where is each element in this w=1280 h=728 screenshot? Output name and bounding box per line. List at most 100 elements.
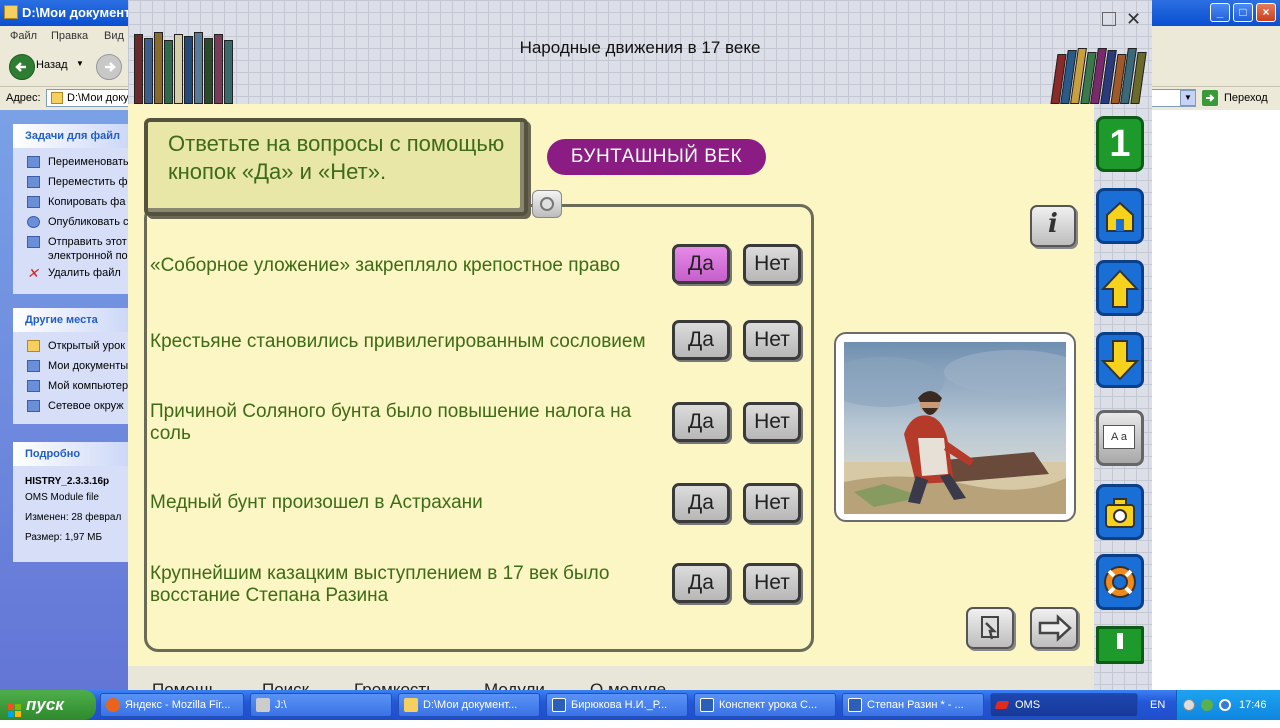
q4-yes-button[interactable]: Да [672,483,730,523]
maximize-button[interactable]: □ [1233,3,1253,22]
word-icon [700,698,714,712]
delete-icon: ✕ [27,265,39,281]
taskbar-item-my-documents[interactable]: D:\Мои документ... [398,693,540,717]
q2-yes-button[interactable]: Да [672,320,730,360]
start-button[interactable]: пуск [0,690,96,720]
back-button-label[interactable]: Назад [36,59,68,71]
details-file-type: OMS Module file [25,492,99,503]
q2-no-button[interactable]: Нет [743,320,801,360]
forward-arrow-icon[interactable] [96,54,122,80]
back-nav-button[interactable] [966,607,1014,649]
back-cursor-icon [981,616,999,640]
file-tasks-header[interactable]: Задачи для файл [13,124,143,148]
q5-no-button[interactable]: Нет [743,563,801,603]
menu-search[interactable]: Поиск [262,680,309,690]
picture-frame [834,332,1076,522]
task-move[interactable]: Переместить фа [13,172,143,192]
q1-no-button[interactable]: Нет [743,244,801,284]
camera-button[interactable] [1096,484,1144,540]
taskbar-item-word-lesson[interactable]: Конспект урока С... [694,693,836,717]
rename-icon [27,156,40,168]
tray-expand-icon[interactable] [1183,699,1195,711]
next-nav-button[interactable] [1030,607,1078,649]
file-tasks-panel: Задачи для файл Переименовать Переместит… [13,124,143,294]
up-button[interactable] [1096,260,1144,316]
details-header[interactable]: Подробно [13,442,143,466]
menu-help[interactable]: Помощь [152,680,218,690]
move-icon [27,176,40,188]
camera-icon [1105,498,1135,528]
menu-about[interactable]: О модуле [590,680,666,690]
question-text-2: Крестьяне становились привилегированным … [150,331,646,352]
network-icon [27,400,40,412]
taskbar-item-drive-j[interactable]: J:\ [250,693,392,717]
question-text-1: «Соборное уложение» закрепляло крепостно… [150,255,621,276]
dictionary-icon: A a [1103,425,1135,449]
taskbar-item-word-biryukova[interactable]: Бирюкова Н.И._Р... [546,693,688,717]
down-button[interactable] [1096,332,1144,388]
instruction-box: Ответьте на вопросы с помощью кнопок «Да… [144,118,528,216]
globe-icon [27,216,40,228]
place-network[interactable]: Сетевое окруж [13,396,143,416]
go-arrow-icon[interactable] [1202,90,1218,106]
task-send-email[interactable]: Отправить этот [13,232,143,249]
menu-volume[interactable]: Громкость [354,680,435,690]
tray-network-icon[interactable] [1219,699,1231,711]
task-delete[interactable]: ✕ Удалить файл [13,263,143,283]
minimize-button[interactable]: _ [1210,3,1230,22]
windows-logo-icon [8,698,22,717]
firefox-icon [106,698,120,712]
taskbar-item-razin-doc[interactable]: Степан Разин * - ... [842,693,984,717]
back-arrow-icon[interactable] [9,54,35,80]
menu-edit[interactable]: Правка [51,30,88,42]
lesson-restore-button[interactable] [1102,12,1116,26]
details-file-name: HISTRY_2.3.3.16p [25,476,110,487]
q3-yes-button[interactable]: Да [672,402,730,442]
other-places-header[interactable]: Другие места [13,308,143,332]
home-button[interactable] [1096,188,1144,244]
menu-view[interactable]: Вид [104,30,124,42]
lifebuoy-icon [1104,566,1136,598]
down-arrow-icon [1100,340,1140,381]
q1-yes-button[interactable]: Да [672,244,730,284]
task-publish[interactable]: Опубликовать с [13,212,143,232]
menu-file[interactable]: Файл [10,30,37,42]
close-button[interactable]: × [1256,3,1276,22]
right-arrow-icon [1038,614,1072,642]
speaker-icon [540,197,554,211]
mail-icon [27,236,40,248]
q3-no-button[interactable]: Нет [743,402,801,442]
taskbar-item-oms[interactable]: OMS [990,693,1138,717]
module-number-button[interactable]: 1 [1096,116,1144,172]
clock[interactable]: 17:46 [1239,699,1267,711]
exercise-panel: Ответьте на вопросы с помощью кнопок «Да… [128,104,1094,666]
exit-button[interactable] [1096,626,1144,664]
speaker-button[interactable] [532,190,562,218]
info-icon: i [1048,209,1058,239]
q5-yes-button[interactable]: Да [672,563,730,603]
info-button[interactable]: i [1030,205,1076,247]
place-open-lesson[interactable]: Открытый урок [13,336,143,356]
folder-icon [4,5,18,19]
dictionary-button[interactable]: A a [1096,410,1144,466]
task-send-email-line2[interactable]: электронной по [13,249,143,263]
question-text-3: Причиной Соляного бунта было повышение н… [150,401,632,444]
taskbar-item-firefox[interactable]: Яндекс - Mozilla Fir... [100,693,244,717]
place-my-computer[interactable]: Мой компьютер [13,376,143,396]
go-button-label[interactable]: Переход [1224,92,1268,104]
copy-icon [27,196,40,208]
tray-app-icon[interactable] [1201,699,1213,711]
help-button[interactable] [1096,554,1144,610]
address-label: Адрес: [6,92,41,104]
topic-badge: БУНТАШНЫЙ ВЕК [547,139,766,175]
task-copy[interactable]: Копировать фа [13,192,143,212]
menu-modules[interactable]: Модули [484,680,545,690]
details-size: Размер: 1,97 МБ [25,532,103,543]
back-dropdown-icon[interactable]: ▼ [76,59,84,68]
lesson-close-button[interactable]: ✕ [1126,10,1141,28]
task-rename[interactable]: Переименовать [13,152,143,172]
address-dropdown-icon[interactable]: ▼ [1180,90,1196,106]
place-my-documents[interactable]: Мои документы [13,356,143,376]
q4-no-button[interactable]: Нет [743,483,801,523]
language-indicator[interactable]: EN [1150,699,1165,711]
